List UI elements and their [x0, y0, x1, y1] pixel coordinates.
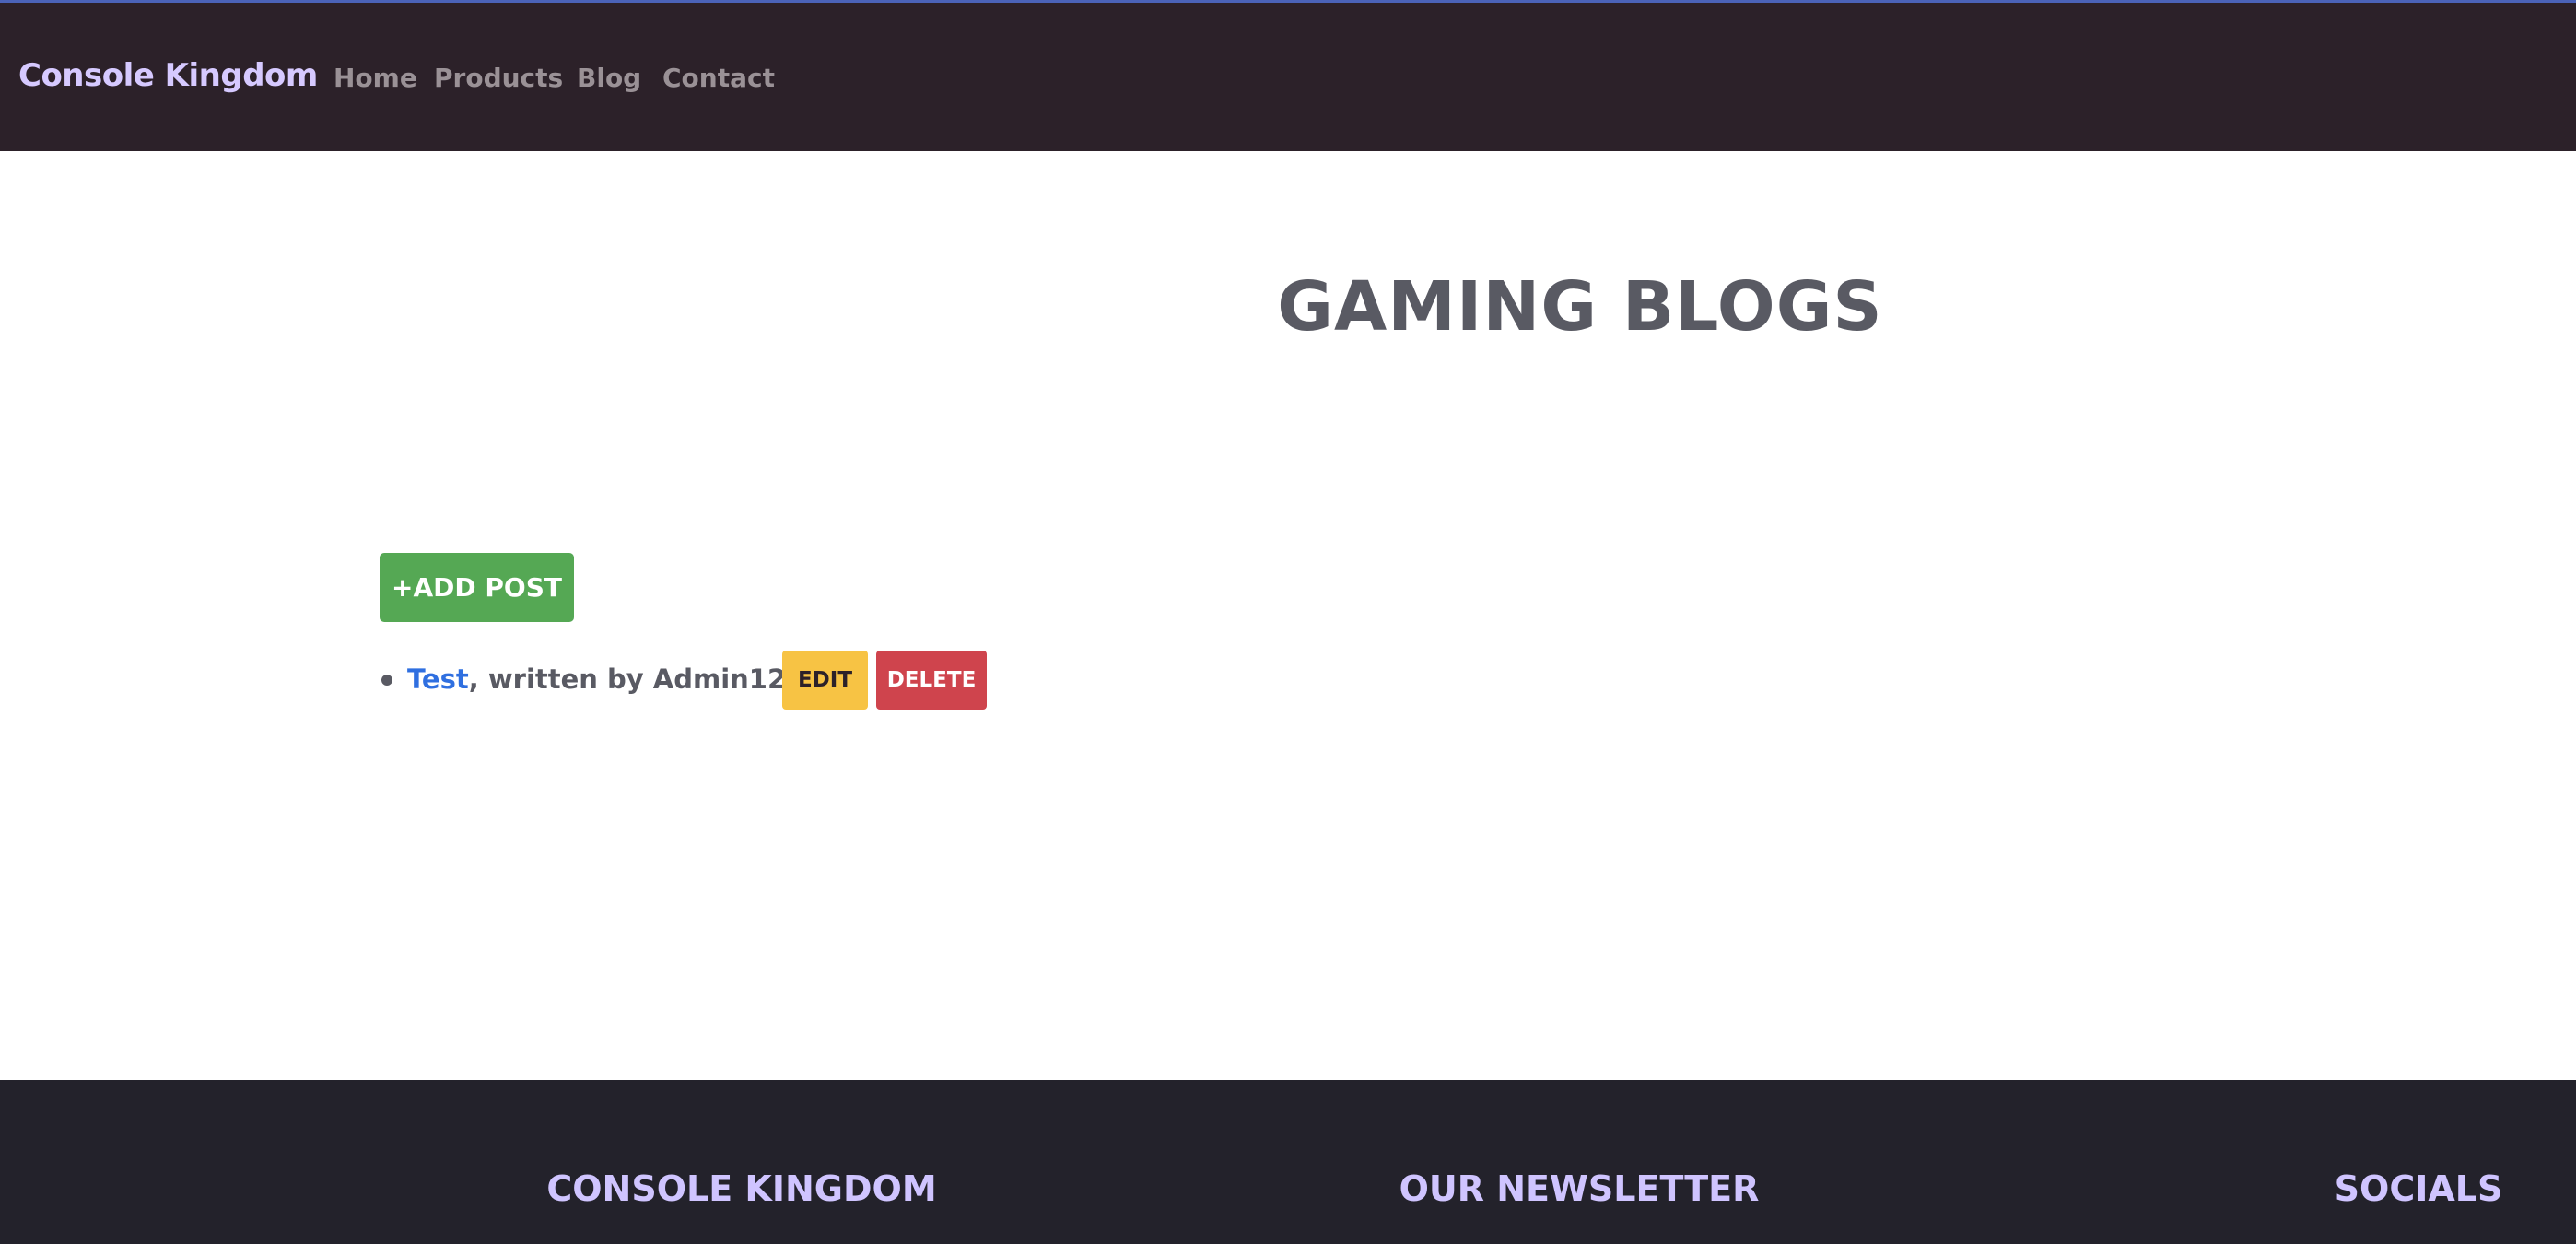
- footer-heading-newsletter: OUR NEWSLETTER: [1399, 1168, 1760, 1209]
- delete-post-button[interactable]: DELETE: [876, 651, 987, 710]
- nav-link-blog[interactable]: Blog: [577, 63, 641, 93]
- brand-link[interactable]: Console Kingdom: [18, 57, 318, 94]
- footer-heading-socials: SOCIALS: [2334, 1168, 2503, 1209]
- footer-heading-console-kingdom: CONSOLE KINGDOM: [546, 1168, 937, 1209]
- post-title-link[interactable]: Test: [407, 663, 469, 695]
- page-title: GAMING BLOGS: [1277, 267, 1883, 346]
- post-line: Test, written by Admin1234 –: [407, 663, 846, 695]
- nav-link-home[interactable]: Home: [334, 63, 417, 93]
- add-post-button[interactable]: +ADD POST: [380, 553, 574, 622]
- nav-link-contact[interactable]: Contact: [662, 63, 775, 93]
- footer: CONSOLE KINGDOM OUR NEWSLETTER SOCIALS: [0, 1080, 2576, 1244]
- list-bullet: [381, 675, 392, 686]
- nav-link-products[interactable]: Products: [434, 63, 563, 93]
- edit-post-button[interactable]: EDIT: [782, 651, 868, 710]
- navbar: Console Kingdom Home Products Blog Conta…: [0, 3, 2576, 151]
